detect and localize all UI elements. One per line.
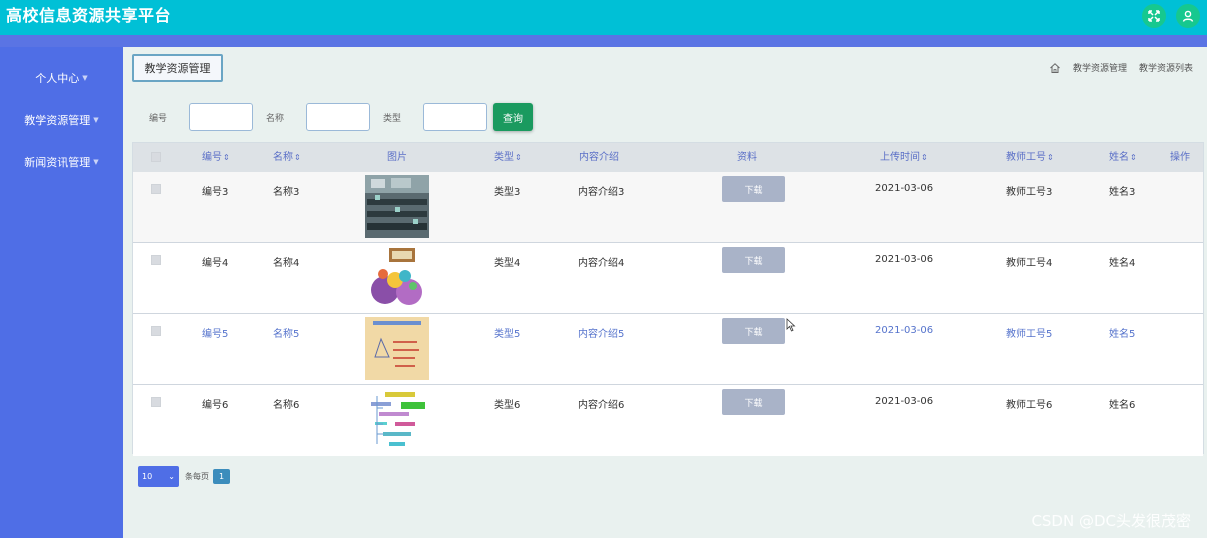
chevron-down-icon: ▼	[82, 74, 88, 82]
table-header: 编号⇕ 名称⇕ 图片 类型⇕ 内容介绍 资料 上传时间⇕ 教师工号⇕ 姓名⇕ 操…	[133, 143, 1203, 172]
row-checkbox[interactable]	[151, 397, 161, 407]
page-size-value: 10	[142, 472, 153, 481]
sort-icon[interactable]: ⇕	[1130, 153, 1137, 162]
search-input-type[interactable]	[423, 103, 487, 131]
cell-intro: 内容介绍6	[578, 400, 625, 411]
cell-name: 名称3	[273, 187, 300, 198]
sort-icon[interactable]: ⇕	[223, 153, 230, 162]
cell-upload-time: 2021-03-06	[875, 183, 934, 194]
table-row[interactable]: 编号6 名称6 类型6 内容介绍6 下载 2021-03-06 教师工号6 姓名…	[133, 385, 1203, 456]
cell-intro: 内容介绍3	[578, 187, 625, 198]
chevron-down-icon: ⌄	[168, 472, 175, 481]
column-header-intro: 内容介绍	[579, 152, 619, 163]
home-icon[interactable]	[1049, 62, 1061, 74]
cell-id: 编号4	[202, 258, 229, 269]
breadcrumb-item: 教学资源列表	[1138, 64, 1193, 74]
expand-icon[interactable]	[1142, 4, 1166, 28]
cell-type: 类型6	[494, 400, 521, 411]
table-row[interactable]: 编号5 名称5 类型5 内容介绍5 下载 2021-03-06 教师工号5 姓名…	[133, 314, 1203, 385]
column-header-actions: 操作	[1170, 152, 1190, 163]
row-checkbox[interactable]	[151, 184, 161, 194]
cell-teacher-no: 教师工号4	[1006, 258, 1053, 269]
sort-icon[interactable]: ⇕	[294, 153, 301, 162]
breadcrumb-item[interactable]: 教学资源管理	[1073, 61, 1127, 74]
breadcrumb: 教学资源管理 教学资源列表	[1049, 61, 1193, 74]
search-input-name[interactable]	[306, 103, 370, 131]
page-size-select[interactable]: 10 ⌄	[138, 466, 179, 487]
resource-thumbnail[interactable]	[365, 388, 429, 451]
cell-upload-time: 2021-03-06	[875, 254, 934, 265]
cell-intro: 内容介绍4	[578, 258, 625, 269]
column-header-material: 资料	[737, 152, 757, 163]
column-header-teacher-no[interactable]: 教师工号⇕	[1006, 143, 1054, 172]
sort-icon[interactable]: ⇕	[1047, 153, 1054, 162]
cell-teacher-no: 教师工号6	[1006, 400, 1053, 411]
column-header-image: 图片	[387, 152, 407, 163]
per-page-label: 条每页	[185, 472, 209, 481]
mouse-cursor-icon	[786, 318, 796, 332]
cell-teacher-name: 姓名4	[1109, 258, 1136, 269]
sidebar-item-personal-center[interactable]: 个人中心 ▼	[0, 66, 123, 90]
cell-teacher-name: 姓名5	[1109, 329, 1136, 340]
pagination: 10 ⌄ 条每页 1	[138, 466, 230, 487]
column-header-upload-time[interactable]: 上传时间⇕	[880, 143, 928, 172]
resource-thumbnail[interactable]	[365, 317, 429, 380]
column-header-type[interactable]: 类型⇕	[494, 143, 522, 172]
cell-teacher-no: 教师工号3	[1006, 187, 1053, 198]
section-title-button[interactable]: 教学资源管理	[132, 54, 223, 82]
row-checkbox[interactable]	[151, 255, 161, 265]
search-input-id[interactable]	[189, 103, 253, 131]
row-checkbox[interactable]	[151, 326, 161, 336]
column-header-teacher-name[interactable]: 姓名⇕	[1109, 143, 1137, 172]
cell-type: 类型5	[494, 329, 521, 340]
sidebar-item-teaching-resources[interactable]: 教学资源管理 ▼	[0, 108, 123, 132]
resource-table: 编号⇕ 名称⇕ 图片 类型⇕ 内容介绍 资料 上传时间⇕ 教师工号⇕ 姓名⇕ 操…	[132, 142, 1204, 456]
sidebar: 个人中心 ▼ 教学资源管理 ▼ 新闻资讯管理 ▼	[0, 47, 123, 538]
cell-id: 编号6	[202, 400, 229, 411]
sidebar-item-news[interactable]: 新闻资讯管理 ▼	[0, 150, 123, 174]
main-content: 教学资源管理 教学资源管理 教学资源列表 编号 名称 类型 查询 编号⇕ 名称⇕…	[123, 47, 1207, 538]
sort-icon[interactable]: ⇕	[921, 153, 928, 162]
sort-icon[interactable]: ⇕	[515, 153, 522, 162]
resource-thumbnail[interactable]	[365, 246, 429, 309]
cell-name: 名称5	[273, 329, 300, 340]
download-button[interactable]: 下载	[722, 389, 785, 415]
search-button[interactable]: 查询	[493, 103, 533, 131]
table-row[interactable]: 编号3 名称3 类型3 内容介绍3 下载 2021-03-06 教师工号3 姓名…	[133, 172, 1203, 243]
download-button[interactable]: 下载	[722, 176, 785, 202]
column-header-name[interactable]: 名称⇕	[273, 143, 301, 172]
cell-type: 类型3	[494, 187, 521, 198]
search-label-type: 类型	[383, 114, 402, 124]
page-number-button[interactable]: 1	[213, 469, 230, 484]
sidebar-item-label: 教学资源管理	[24, 114, 91, 127]
app-title: 高校信息资源共享平台	[6, 6, 172, 25]
cell-teacher-name: 姓名6	[1109, 400, 1136, 411]
sidebar-item-label: 个人中心	[35, 72, 80, 85]
search-label-name: 名称	[266, 114, 285, 124]
top-bar: 高校信息资源共享平台	[0, 0, 1207, 35]
chevron-down-icon: ▼	[93, 116, 99, 124]
cell-teacher-no: 教师工号5	[1006, 329, 1053, 340]
download-button[interactable]: 下载	[722, 318, 785, 344]
cell-intro: 内容介绍5	[578, 329, 625, 340]
cell-teacher-name: 姓名3	[1109, 187, 1136, 198]
watermark: CSDN @DC头发很茂密	[1031, 512, 1191, 530]
cell-upload-time: 2021-03-06	[875, 396, 934, 407]
column-header-id[interactable]: 编号⇕	[202, 143, 230, 172]
chevron-down-icon: ▼	[93, 158, 99, 166]
cell-upload-time: 2021-03-06	[875, 325, 934, 336]
accent-bar	[0, 35, 1207, 47]
cell-type: 类型4	[494, 258, 521, 269]
download-button[interactable]: 下载	[722, 247, 785, 273]
cell-name: 名称6	[273, 400, 300, 411]
cell-name: 名称4	[273, 258, 300, 269]
cell-id: 编号5	[202, 329, 229, 340]
sidebar-item-label: 新闻资讯管理	[24, 156, 91, 169]
cell-id: 编号3	[202, 187, 229, 198]
user-icon[interactable]	[1176, 4, 1200, 28]
resource-thumbnail[interactable]	[365, 175, 429, 238]
table-row[interactable]: 编号4 名称4 类型4 内容介绍4 下载 2021-03-06 教师工号4 姓名…	[133, 243, 1203, 314]
select-all-checkbox[interactable]	[151, 152, 161, 162]
search-label-id: 编号	[149, 114, 168, 124]
